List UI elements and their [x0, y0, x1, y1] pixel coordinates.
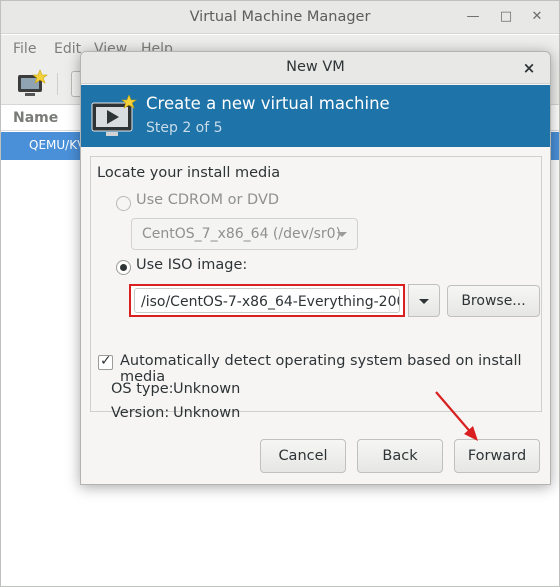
dialog-title: New VM	[286, 59, 345, 75]
forward-button[interactable]: Forward	[454, 439, 540, 473]
wizard-banner: Create a new virtual machine Step 2 of 5	[81, 85, 550, 147]
iso-radio-label: Use ISO image:	[136, 257, 248, 273]
iso-path-value: /iso/CentOS-7-x86_64-Everything-2009.	[141, 294, 400, 310]
version-value: Unknown	[173, 405, 241, 421]
name-column-header[interactable]: Name	[13, 110, 58, 126]
minimize-icon[interactable]: —	[463, 7, 483, 27]
new-vm-dialog: New VM × Create a new virtual machine St…	[80, 51, 551, 485]
banner-step: Step 2 of 5	[146, 120, 223, 136]
browse-button[interactable]: Browse...	[447, 285, 540, 317]
toolbar-separator	[57, 73, 58, 95]
dropdown-arrow-icon	[419, 299, 429, 304]
menu-file[interactable]: File	[13, 41, 36, 57]
back-button[interactable]: Back	[357, 439, 443, 473]
close-icon[interactable]: ✕	[527, 7, 547, 27]
locate-media-label: Locate your install media	[97, 165, 281, 181]
version-label: Version:	[111, 405, 170, 421]
banner-title: Create a new virtual machine	[146, 94, 390, 113]
dialog-close-button[interactable]: ×	[518, 57, 540, 79]
checkmark-icon: ✓	[100, 353, 112, 369]
cancel-button[interactable]: Cancel	[260, 439, 346, 473]
vm-monitor-icon	[90, 94, 138, 139]
os-type-value: Unknown	[173, 381, 241, 397]
iso-radio[interactable]	[116, 260, 131, 275]
cdrom-device-value: CentOS_7_x86_64 (/dev/sr0)	[142, 226, 342, 242]
menu-edit[interactable]: Edit	[54, 41, 81, 57]
iso-history-dropdown[interactable]	[408, 284, 440, 317]
cdrom-device-select[interactable]: CentOS_7_x86_64 (/dev/sr0)	[131, 218, 358, 250]
cdrom-radio-label: Use CDROM or DVD	[136, 192, 280, 208]
main-titlebar: Virtual Machine Manager — □ ✕	[1, 1, 559, 34]
new-vm-icon	[18, 69, 48, 96]
os-type-label: OS type:	[111, 381, 174, 397]
iso-path-input[interactable]: /iso/CentOS-7-x86_64-Everything-2009.	[134, 288, 400, 313]
cdrom-radio[interactable]	[116, 196, 131, 211]
iso-path-highlight: /iso/CentOS-7-x86_64-Everything-2009.	[129, 284, 405, 317]
chevron-down-icon	[337, 232, 347, 237]
new-vm-button[interactable]	[13, 68, 49, 100]
maximize-icon[interactable]: □	[496, 7, 516, 27]
dialog-titlebar: New VM ×	[81, 52, 550, 84]
auto-detect-checkbox[interactable]: ✓	[98, 353, 113, 370]
